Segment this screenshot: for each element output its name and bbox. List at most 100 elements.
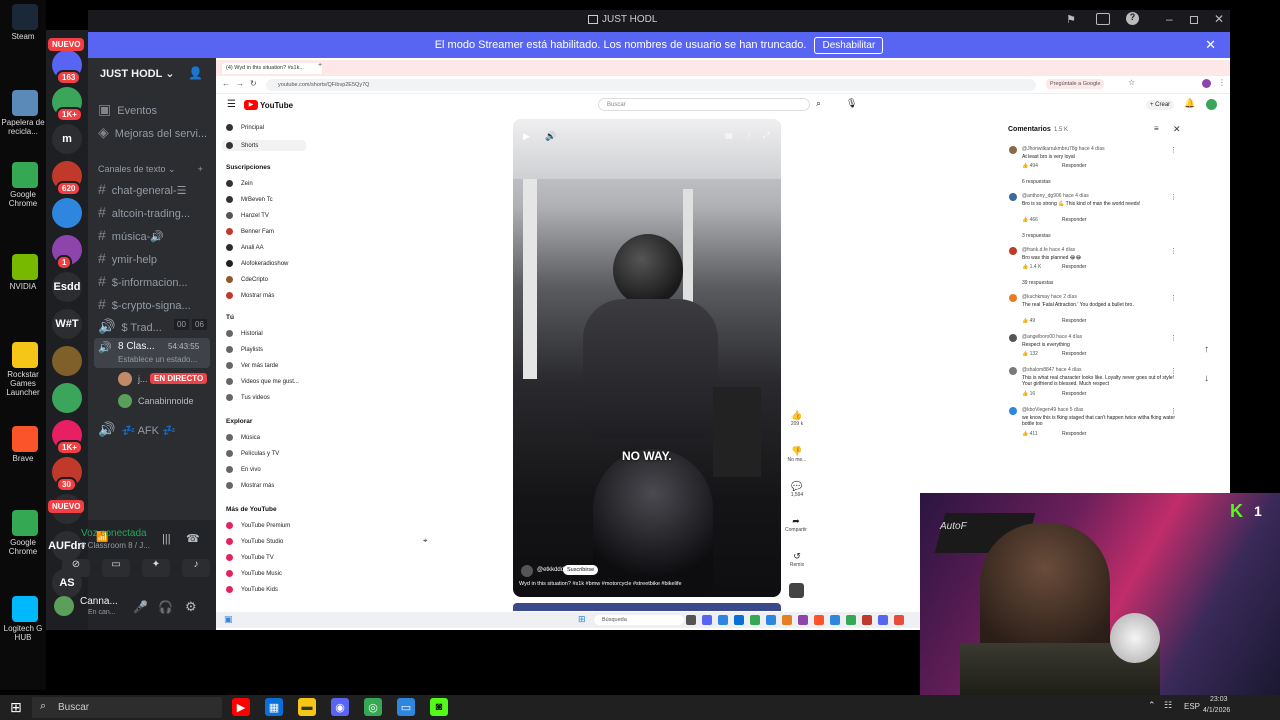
disable-streamer-button[interactable]: Deshabilitar — [814, 36, 884, 54]
desktop-icon[interactable] — [12, 90, 38, 116]
text-channel[interactable]: # música-🔊 — [98, 227, 210, 243]
forward-icon[interactable]: → — [236, 79, 244, 88]
text-channel[interactable]: # ymir-help — [98, 250, 210, 266]
url-input[interactable]: youtube.com/shorts/QFibvp2E5Qy7Q — [266, 79, 1036, 91]
comment-avatar[interactable] — [1009, 407, 1017, 415]
category-text-channels[interactable]: Canales de texto ⌄ + — [98, 164, 210, 175]
desktop-icon[interactable] — [12, 162, 38, 188]
boost-item[interactable]: ◈ Mejoras del servi... — [98, 124, 210, 141]
menu-icon[interactable]: ⋮ — [1218, 78, 1226, 87]
yt-sidebar-item[interactable]: Zein — [226, 180, 253, 187]
yt-sidebar-item[interactable]: Shorts — [222, 140, 306, 152]
volume-icon[interactable]: 🔊 — [545, 131, 556, 142]
desktop-icon[interactable] — [12, 254, 38, 280]
yt-sidebar-item[interactable]: Ver más tarde — [226, 362, 278, 369]
mic-search-icon[interactable]: 🎙 — [846, 98, 857, 109]
youtube-app-icon[interactable]: ▶ — [232, 698, 250, 716]
prev-video-icon[interactable]: ↑ — [1204, 344, 1209, 355]
reply-button[interactable]: Responder — [1062, 431, 1102, 437]
yt-sidebar-item[interactable]: YouTube TV — [226, 554, 274, 561]
close-window-icon[interactable]: ✕ — [1214, 12, 1224, 26]
yt-sidebar-item[interactable]: Historial — [226, 330, 263, 337]
reply-button[interactable]: Responder — [1062, 217, 1102, 223]
comment-avatar[interactable] — [1009, 367, 1017, 375]
next-video-icon[interactable]: ↓ — [1204, 373, 1209, 384]
my-username[interactable]: Canna... — [80, 596, 118, 607]
play-icon[interactable]: ▶ — [523, 131, 530, 142]
subscribe-button[interactable]: Suscribirse — [563, 565, 599, 575]
chrome-app-icon[interactable]: ◎ — [364, 698, 382, 716]
comment-author[interactable]: @angelboro00 hace 4 días — [1022, 334, 1162, 340]
yt-sidebar-item[interactable]: Playlists — [226, 346, 263, 353]
voice-afk[interactable]: 🔊 💤 AFK 💤 — [98, 421, 210, 438]
reply-button[interactable]: Responder — [1062, 163, 1102, 169]
browser-tab[interactable]: (4) Wyd in this situation? #s1k... — [222, 63, 322, 74]
reply-button[interactable]: Responder — [1062, 264, 1102, 270]
yt-sidebar-section[interactable]: Más de YouTube — [226, 506, 277, 513]
user2-avatar[interactable] — [118, 394, 132, 408]
share-action[interactable]: ➦ Compartir — [780, 516, 812, 533]
language-indicator[interactable]: ESP — [1184, 702, 1200, 711]
comment-menu-icon[interactable]: ⋮ — [1170, 193, 1177, 201]
comment-avatar[interactable] — [1009, 334, 1017, 342]
shorts-video-player[interactable]: NO WAY. ▶ 🔊 ▤ ⋮ ⤢ @etkkddd Suscribirse W… — [513, 119, 781, 597]
server-icon[interactable]: m — [52, 124, 82, 154]
camera-off-button[interactable]: ⊘ — [62, 559, 90, 577]
store-app-icon[interactable]: ▦ — [265, 698, 283, 716]
yt-sidebar-item[interactable]: Mostrar más — [226, 482, 274, 489]
server-icon[interactable]: W#T — [52, 309, 82, 339]
server-name[interactable]: JUST HODL ⌄ — [100, 67, 174, 80]
comment-menu-icon[interactable]: ⋮ — [1170, 367, 1177, 375]
next-video-peek[interactable] — [513, 603, 781, 611]
channel-name[interactable]: @etkkddd — [537, 567, 564, 573]
start-icon[interactable]: ⊞ — [10, 699, 22, 716]
comment-author[interactable]: @shalom8847 hace 4 días — [1022, 367, 1162, 373]
yt-avatar[interactable] — [1206, 99, 1217, 110]
kick-app-icon[interactable]: ◙ — [430, 698, 448, 716]
comment-menu-icon[interactable]: ⋮ — [1170, 146, 1177, 154]
yt-sidebar-item[interactable]: Hanzel TV — [226, 212, 269, 219]
hamburger-icon[interactable]: ☰ — [227, 99, 236, 110]
screen-icon[interactable] — [1096, 13, 1110, 25]
clock-date[interactable]: 4/1/2026 — [1203, 707, 1230, 714]
close-banner-icon[interactable]: ✕ — [1205, 37, 1216, 53]
text-channel[interactable]: # $-crypto-signa... — [98, 296, 210, 312]
like-action[interactable]: 👍 209 k — [784, 410, 810, 427]
yt-sidebar-item[interactable]: YouTube Music — [226, 570, 282, 577]
channel-avatar[interactable] — [521, 565, 533, 577]
server-icon[interactable] — [52, 383, 82, 413]
voice-trade[interactable]: 🔊 $ Trad... 00 06 — [98, 318, 210, 335]
desktop-icon[interactable] — [12, 426, 38, 452]
desktop-icon[interactable] — [12, 596, 38, 622]
clock-time[interactable]: 23:03 — [1210, 696, 1228, 703]
server-icon[interactable] — [52, 198, 82, 228]
discord-app-icon[interactable]: ◉ — [331, 698, 349, 716]
comment-author[interactable]: @frank.d.fe hace 4 días — [1022, 247, 1162, 253]
my-avatar[interactable] — [54, 596, 74, 616]
explorer-app-icon[interactable]: ▬ — [298, 698, 316, 716]
comment-author[interactable]: @kuchkmay hace 2 días — [1022, 294, 1162, 300]
ask-google-button[interactable]: Pregúntale a Google — [1046, 79, 1105, 89]
yt-sidebar-item[interactable]: Principal — [226, 124, 264, 131]
user2-name[interactable]: Canabinnoide — [138, 396, 194, 406]
comment-avatar[interactable] — [1009, 146, 1017, 154]
taskbar-search[interactable]: ⌕ Buscar — [32, 697, 222, 718]
server-icon[interactable]: Esdd — [52, 272, 82, 302]
video-menu-icon[interactable]: ⋮ — [745, 131, 753, 140]
desktop-icon[interactable] — [12, 510, 38, 536]
noise-icon[interactable]: ||| — [162, 533, 171, 545]
user1-name[interactable]: j... — [138, 374, 148, 384]
network-icon[interactable]: ☷ — [1164, 700, 1172, 711]
search-icon[interactable]: ⌕ — [816, 98, 821, 109]
disconnect-icon[interactable]: ☎ — [186, 532, 200, 545]
captions-icon[interactable]: ▤ — [725, 131, 733, 140]
yt-sidebar-section[interactable]: Suscripciones — [226, 164, 270, 171]
yt-sidebar-item[interactable]: CdeCripto — [226, 276, 268, 283]
sort-icon[interactable]: ≡ — [1154, 124, 1159, 133]
reply-button[interactable]: Responder — [1062, 351, 1102, 357]
comment-author[interactable]: @Jhonwilkarrukmbru78g hace 4 días — [1022, 146, 1162, 152]
yt-sidebar-item[interactable]: Música — [226, 434, 260, 441]
server-icon[interactable]: AUFdrr — [48, 531, 86, 561]
yt-sidebar-item[interactable]: Películas y TV — [226, 450, 279, 457]
replies-toggle[interactable]: 3 respuestas — [1022, 233, 1102, 239]
